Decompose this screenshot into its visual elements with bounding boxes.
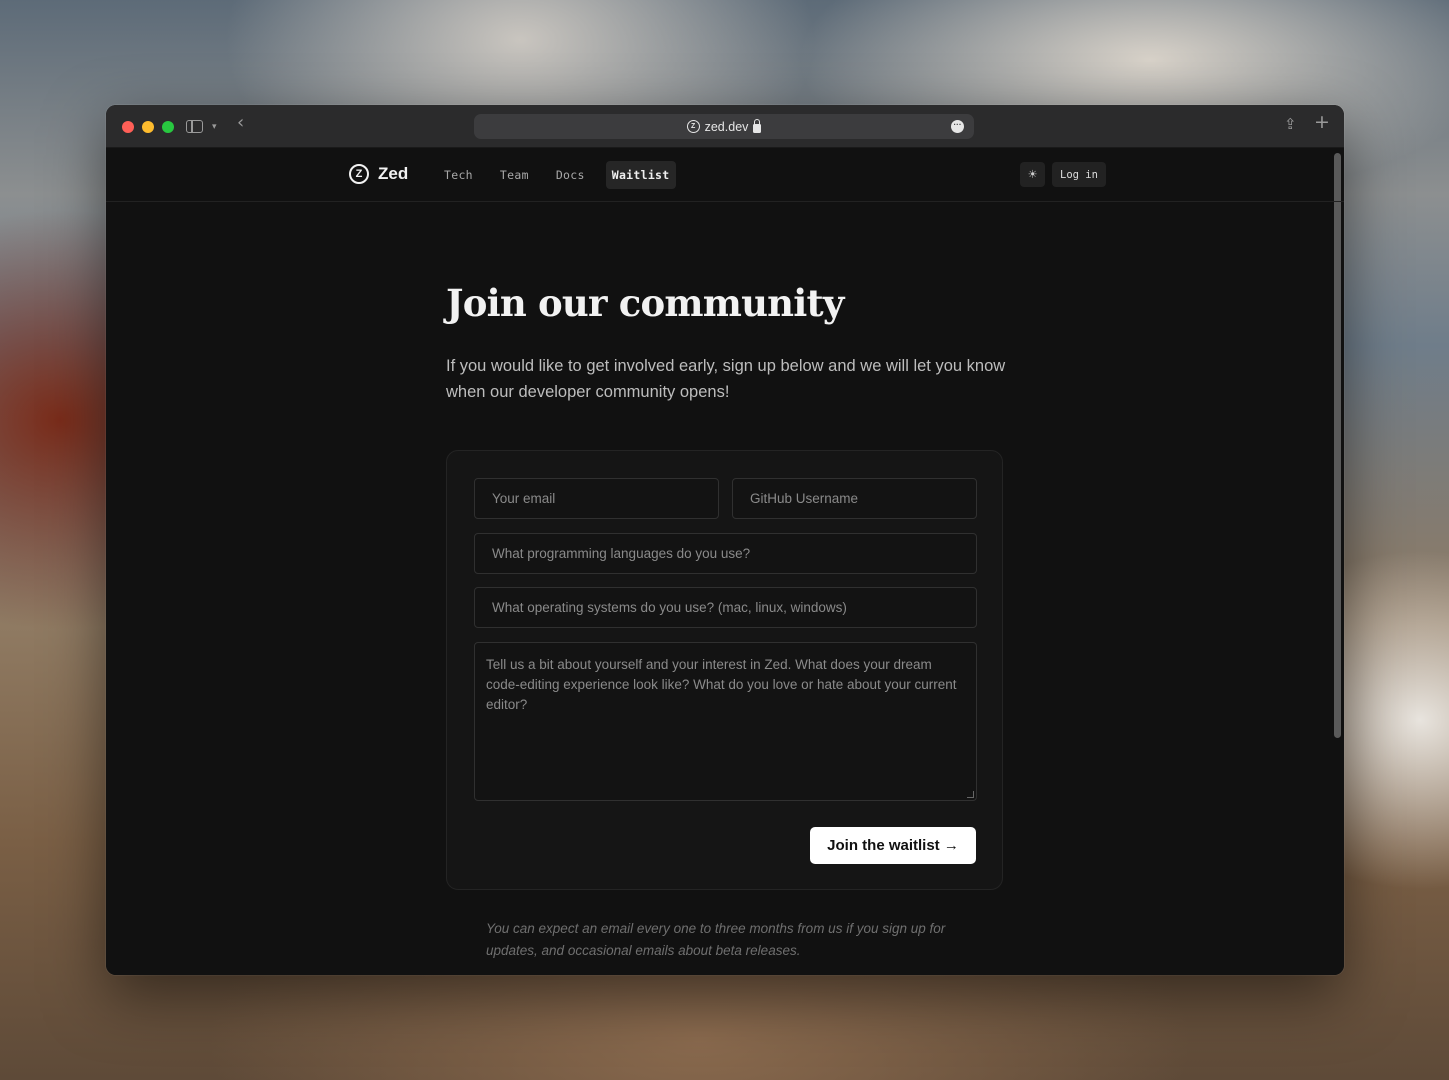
- nav-link-docs[interactable]: Docs: [550, 161, 591, 189]
- browser-window: ▾ ‹ Z zed.dev ··· ⇪ + Z Zed Tech Team Do…: [106, 105, 1344, 975]
- close-window-button[interactable]: [122, 121, 134, 133]
- zed-logo[interactable]: Z Zed: [349, 164, 408, 184]
- about-placeholder: Tell us a bit about yourself and your in…: [486, 657, 957, 712]
- scrollbar[interactable]: [1334, 153, 1341, 738]
- nav-links: Tech Team Docs Waitlist: [438, 161, 676, 189]
- sun-icon: ☀: [1027, 168, 1038, 181]
- login-button[interactable]: Log in: [1052, 162, 1106, 187]
- resize-handle-icon[interactable]: [967, 791, 974, 798]
- share-icon[interactable]: ⇪: [1284, 116, 1297, 132]
- maximize-window-button[interactable]: [162, 121, 174, 133]
- github-username-field[interactable]: GitHub Username: [732, 478, 977, 519]
- window-controls: [122, 121, 174, 133]
- browser-titlebar: ▾ ‹ Z zed.dev ··· ⇪ +: [106, 105, 1344, 148]
- waitlist-form: Your email GitHub Username What programm…: [446, 450, 1003, 890]
- lock-icon: [753, 118, 762, 133]
- url-text: zed.dev: [704, 119, 749, 134]
- logo-text: Zed: [378, 164, 409, 183]
- site-favicon-icon: Z: [686, 120, 700, 133]
- address-bar[interactable]: Z zed.dev ···: [474, 114, 974, 139]
- nav-link-tech[interactable]: Tech: [438, 161, 479, 189]
- nav-link-waitlist[interactable]: Waitlist: [605, 161, 676, 189]
- operating-systems-field[interactable]: What operating systems do you use? (mac,…: [474, 587, 977, 628]
- page-title: Join our community: [446, 281, 844, 325]
- nav-link-team[interactable]: Team: [494, 161, 535, 189]
- more-icon[interactable]: ···: [951, 120, 964, 133]
- email-frequency-note: You can expect an email every one to thr…: [486, 921, 946, 958]
- theme-toggle-button[interactable]: ☀: [1020, 162, 1045, 187]
- plus-icon[interactable]: +: [1314, 113, 1330, 132]
- about-textarea[interactable]: Tell us a bit about yourself and your in…: [474, 642, 977, 801]
- minimize-window-button[interactable]: [142, 121, 154, 133]
- zed-logo-icon: Z: [349, 164, 369, 184]
- join-waitlist-button[interactable]: Join the waitlist →: [810, 827, 976, 864]
- chevron-down-icon[interactable]: ▾: [212, 119, 217, 135]
- back-icon[interactable]: ‹: [237, 114, 244, 132]
- page-subtitle: If you would like to get involved early,…: [446, 357, 1006, 401]
- sidebar-icon[interactable]: [186, 120, 203, 133]
- email-field[interactable]: Your email: [474, 478, 719, 519]
- site-nav: Z Zed Tech Team Docs Waitlist ☀ Log in: [106, 148, 1344, 202]
- languages-field[interactable]: What programming languages do you use?: [474, 533, 977, 574]
- page-content: Z Zed Tech Team Docs Waitlist ☀ Log in J…: [106, 148, 1344, 975]
